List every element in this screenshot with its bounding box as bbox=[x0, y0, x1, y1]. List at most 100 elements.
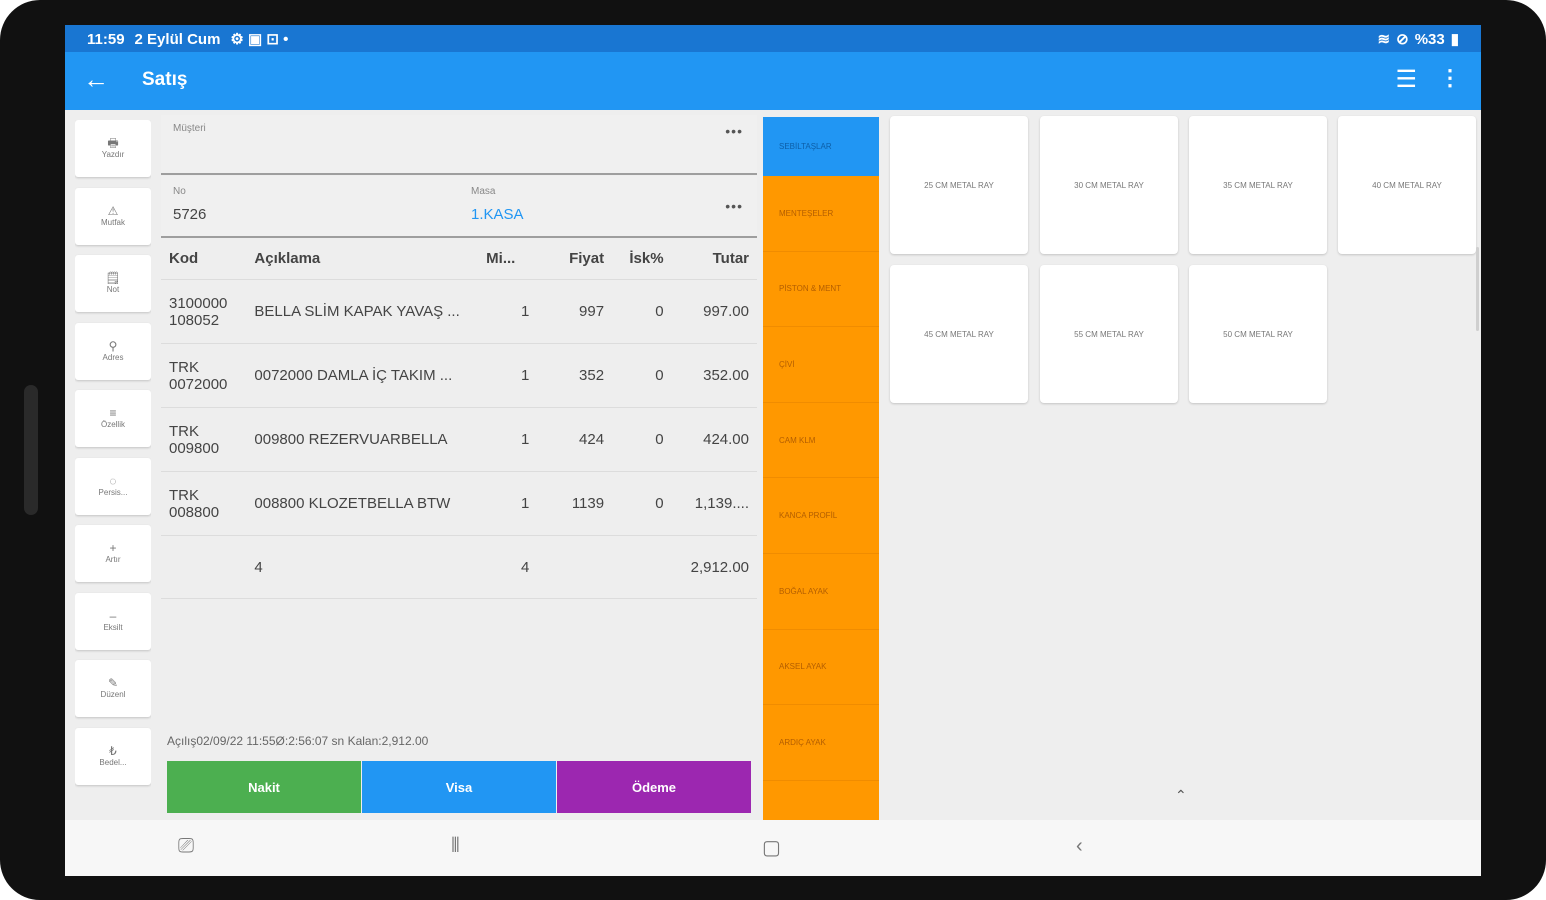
tool-label: Özellik bbox=[100, 420, 125, 429]
product-tile[interactable]: 45 CM METAL RAY bbox=[890, 265, 1028, 403]
cell-kod: TRK 008800 bbox=[161, 471, 247, 536]
tool-column: 🖶 Yazdır ⚠ Mutfak 🗒 Not ⚲ Adres ≡ Özellik ◌ Persis.… bbox=[75, 120, 151, 820]
tool-button-8[interactable]: ✎ Düzenl bbox=[75, 660, 151, 717]
back-arrow-icon[interactable]: ← bbox=[83, 64, 109, 94]
tool-button-4[interactable]: ≡ Özellik bbox=[75, 390, 151, 447]
note-icon: 🗒 bbox=[105, 271, 121, 285]
product-tile[interactable]: 25 CM METAL RAY bbox=[890, 116, 1028, 254]
col-aciklama[interactable]: Açıklama bbox=[246, 237, 478, 280]
cell-kod: TRK 0072000 bbox=[161, 343, 247, 408]
tool-label: Persis... bbox=[98, 487, 128, 497]
cell-miktar: 1 bbox=[478, 343, 538, 408]
col-miktar[interactable]: Mi... bbox=[478, 237, 537, 280]
printer-icon: 🖶 bbox=[107, 136, 119, 150]
col-kod[interactable]: Kod bbox=[161, 237, 246, 280]
odeme-button[interactable]: Ödeme bbox=[557, 761, 751, 813]
product-tile[interactable]: 35 CM METAL RAY bbox=[1189, 116, 1327, 254]
tool-label: Düzenl bbox=[100, 690, 126, 699]
category-list: SEBİLTAŞLAR MENTEŞELER PİSTON & MENT ÇİVİ CA… bbox=[763, 117, 879, 822]
cell-tutar: 997.00 bbox=[671, 279, 757, 344]
total-row: 4 4 2,912.00 bbox=[161, 535, 757, 599]
scrollbar[interactable] bbox=[1476, 247, 1479, 331]
table-row[interactable]: TRK 008800 008800 KLOZETBELLA BTW 1 1139 0 1,… bbox=[161, 471, 757, 536]
edit-icon: ✎ bbox=[107, 676, 119, 690]
masa-label: Masa bbox=[471, 186, 496, 197]
cell-fiyat: 352 bbox=[537, 343, 613, 408]
total-qty: 4 bbox=[478, 535, 538, 599]
receipt-field[interactable]: No 5726 Masa 1.KASA ••• bbox=[161, 176, 757, 238]
nav-back-icon[interactable]: ‹ bbox=[1076, 835, 1083, 858]
tablet-frame: 11:59 2 Eylül Cum ⚙ ▣ ⊡ • ≋ ⊘ %33 ▮ ← Sa… bbox=[0, 0, 1546, 900]
tool-label: Bedel... bbox=[99, 757, 127, 767]
cell-isk: 0 bbox=[612, 279, 672, 344]
screenshot-icon[interactable]: ⎚ bbox=[178, 835, 194, 858]
cell-fiyat: 997 bbox=[537, 279, 613, 344]
cell-fiyat: 424 bbox=[537, 407, 613, 472]
notification-icons: ⚙ ▣ ⊡ • bbox=[230, 31, 289, 48]
cell-miktar: 1 bbox=[478, 471, 538, 536]
home-icon[interactable]: ▢ bbox=[762, 835, 781, 860]
table-row[interactable]: TRK 0072000 0072000 DAMLA İÇ TAKIM ... 1 35… bbox=[161, 343, 757, 408]
category-item[interactable]: AKSEL AYAK bbox=[763, 630, 879, 706]
side-button bbox=[24, 385, 38, 515]
plus-icon: + bbox=[109, 541, 117, 555]
table-row[interactable]: TRK 009800 009800 REZERVUARBELLA 1 424 0 424.… bbox=[161, 407, 757, 472]
category-item[interactable]: SEBİLTAŞLAR bbox=[763, 117, 879, 176]
tool-button-7[interactable]: – Eksilt bbox=[75, 592, 151, 650]
scroll-up-icon[interactable]: ⌃ bbox=[1175, 787, 1187, 804]
visa-button[interactable]: Visa bbox=[362, 761, 556, 813]
cell-aciklama: 008800 KLOZETBELLA BTW bbox=[246, 471, 479, 536]
category-item[interactable]: MENTEŞELER bbox=[763, 176, 879, 252]
tool-button-1[interactable]: ⚠ Mutfak bbox=[75, 187, 151, 245]
cell-fiyat: 1139 bbox=[537, 471, 613, 536]
product-tile[interactable]: 50 CM METAL RAY bbox=[1189, 265, 1327, 403]
col-fiyat[interactable]: Fiyat bbox=[537, 237, 612, 280]
app-bar: ← Satış ☰ ⋮ bbox=[65, 52, 1481, 110]
refresh-icon: ◌ bbox=[109, 473, 117, 488]
tool-label: Eksilt bbox=[103, 622, 123, 632]
no-value: 5726 bbox=[173, 206, 207, 223]
product-tile[interactable]: 40 CM METAL RAY bbox=[1338, 116, 1476, 254]
currency-icon: ₺ bbox=[109, 743, 117, 758]
category-item[interactable]: ÇİVİ bbox=[763, 327, 879, 403]
battery-percent: %33 bbox=[1414, 30, 1445, 48]
receipt-more-icon[interactable]: ••• bbox=[725, 198, 743, 214]
menu-icon[interactable]: ☰ bbox=[1395, 65, 1417, 94]
cell-kod: TRK 009800 bbox=[161, 407, 247, 472]
category-item[interactable]: KANCA PROFİL bbox=[763, 478, 879, 554]
col-tutar[interactable]: Tutar bbox=[672, 237, 757, 280]
category-item[interactable]: ARDIÇ AYAK bbox=[763, 705, 879, 781]
status-bar: 11:59 2 Eylül Cum ⚙ ▣ ⊡ • ≋ ⊘ %33 ▮ bbox=[65, 25, 1481, 52]
tool-button-2[interactable]: 🗒 Not bbox=[75, 255, 151, 312]
product-tile[interactable]: 30 CM METAL RAY bbox=[1040, 116, 1178, 254]
cell-isk: 0 bbox=[612, 343, 672, 408]
product-tile[interactable]: 55 CM METAL RAY bbox=[1040, 265, 1178, 403]
cell-miktar: 1 bbox=[478, 407, 538, 472]
no-label: No bbox=[173, 186, 186, 197]
tool-button-6[interactable]: + Artır bbox=[75, 525, 151, 582]
tool-label: Not bbox=[106, 285, 120, 294]
table-row[interactable]: 3100000 108052 BELLA SLİM KAPAK YAVAŞ ...… bbox=[161, 279, 757, 344]
more-vert-icon[interactable]: ⋮ bbox=[1439, 65, 1461, 91]
category-item[interactable]: PİSTON & MENT bbox=[763, 252, 879, 328]
category-item[interactable]: CAM KLM bbox=[763, 403, 879, 479]
masa-value[interactable]: 1.KASA bbox=[471, 206, 524, 223]
nakit-button[interactable]: Nakit bbox=[167, 761, 361, 813]
location-icon: ⚲ bbox=[108, 338, 118, 353]
total-blank bbox=[612, 535, 672, 599]
tool-button-0[interactable]: 🖶 Yazdır bbox=[75, 120, 151, 177]
tool-label: Adres bbox=[102, 352, 124, 362]
tool-button-9[interactable]: ₺ Bedel... bbox=[75, 727, 151, 785]
col-isk[interactable]: İsk% bbox=[612, 237, 671, 280]
total-blank bbox=[161, 535, 247, 599]
customer-field[interactable]: Müşteri ••• bbox=[161, 115, 757, 175]
battery-icon: ▮ bbox=[1450, 31, 1459, 48]
category-item[interactable]: BOĞAL AYAK bbox=[763, 554, 879, 630]
tool-button-3[interactable]: ⚲ Adres bbox=[75, 322, 151, 380]
cell-aciklama: BELLA SLİM KAPAK YAVAŞ ... bbox=[246, 279, 479, 344]
nav-bar: ⎚ ⦀ ▢ ‹ bbox=[65, 820, 1481, 876]
customer-more-icon[interactable]: ••• bbox=[725, 123, 743, 139]
recents-icon[interactable]: ⦀ bbox=[451, 835, 460, 858]
cell-kod: 3100000 108052 bbox=[161, 279, 247, 344]
tool-button-5[interactable]: ◌ Persis... bbox=[75, 457, 151, 515]
